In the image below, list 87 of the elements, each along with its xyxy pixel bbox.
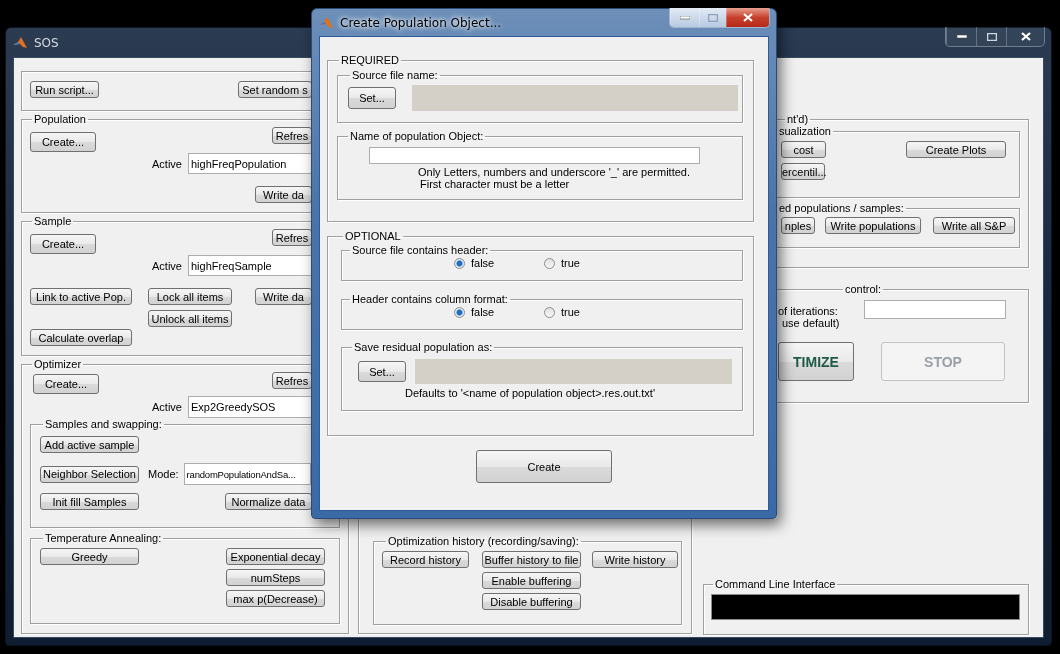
lock-button[interactable]: Lock all items [148, 288, 232, 305]
section-legend: Samples and swapping: [43, 418, 164, 430]
exponential-decay-button[interactable]: Exponential decay [226, 548, 325, 565]
object-name-field[interactable] [369, 147, 700, 164]
section-legend: Source file contains header: [350, 244, 491, 256]
unlock-button[interactable]: Unlock all items [148, 310, 232, 327]
maximize-icon [708, 13, 718, 22]
percentile-button[interactable]: ercentil... [781, 163, 825, 180]
section-legend: Population [32, 113, 88, 125]
section-legend: Name of population Object: [348, 130, 486, 142]
write-data-button[interactable]: Write da [255, 288, 312, 305]
section-legend: Sample [32, 215, 74, 227]
hint-text: Only Letters, numbers and underscore '_' are permitted. [417, 166, 691, 178]
write-data-button[interactable]: Write da [255, 186, 312, 203]
section-legend: Optimization history (recording/saving): [386, 535, 581, 547]
section-legend: control: [843, 283, 884, 295]
close-icon [743, 13, 753, 22]
section-legend: sualization [777, 125, 833, 137]
maximize-button[interactable] [976, 27, 1006, 46]
radio-option[interactable]: false [454, 306, 544, 318]
field-label: use default) [781, 317, 841, 329]
create-button[interactable]: Create... [30, 132, 96, 152]
mode-field[interactable]: randomPopulationAndSa... [183, 463, 311, 485]
hint-text: First character must be a letter [419, 178, 571, 190]
window-title: SOS [34, 35, 59, 50]
default-note: Defaults to '<name of population object>.res.out.txt' [404, 387, 657, 399]
write-history-button[interactable]: Write history [592, 551, 678, 568]
section-legend: OPTIONAL [343, 230, 403, 242]
field-label: of iterations: [778, 305, 839, 317]
dialog-title: Create Population Object... [340, 15, 502, 30]
refresh-button[interactable]: Refres [272, 229, 312, 246]
neighbor-selection-button[interactable]: Neighbor Selection [40, 465, 139, 483]
field-label: Active [152, 401, 182, 413]
overlap-button[interactable]: Calculate overlap [30, 329, 132, 346]
section-legend: Header contains column format: [350, 293, 510, 305]
section-legend: nt'd) [785, 113, 811, 125]
add-sample-button[interactable]: Add active sample [40, 436, 139, 453]
set-button[interactable]: Set... [348, 87, 396, 109]
active-field[interactable]: Exp2GreedySOS [188, 396, 312, 418]
command-line-field[interactable] [711, 594, 1020, 620]
iterations-field[interactable] [864, 300, 1006, 319]
minimize-button[interactable] [946, 27, 976, 46]
create-plots-button[interactable]: Create Plots [906, 141, 1006, 158]
section-legend: ed populations / samples: [777, 202, 906, 214]
active-field[interactable]: highFreqSample [188, 255, 312, 276]
greedy-button[interactable]: Greedy [40, 548, 139, 565]
close-icon [1020, 32, 1031, 41]
active-field[interactable]: highFreqPopulation [188, 153, 312, 174]
random-seed-button[interactable]: Set random s [238, 81, 312, 98]
refresh-button[interactable]: Refres [272, 127, 312, 144]
num-steps-button[interactable]: numSteps [226, 569, 325, 586]
run-script-button[interactable]: Run script... [30, 81, 99, 98]
close-button[interactable] [726, 8, 769, 27]
radio-option[interactable]: false [454, 257, 544, 269]
minimize-icon [956, 34, 967, 39]
minimize-icon [680, 15, 690, 20]
write-all-button[interactable]: Write all S&P [933, 217, 1015, 234]
refresh-button[interactable]: Refres [272, 372, 312, 389]
enable-buffering-button[interactable]: Enable buffering [482, 572, 581, 589]
radio-option[interactable]: true [544, 306, 634, 318]
field-label: Active [152, 157, 182, 170]
create-button[interactable]: Create... [33, 374, 99, 394]
write-samples-button[interactable]: nples [781, 217, 815, 234]
section-legend: Temperature Annealing: [43, 532, 164, 544]
maximize-icon [986, 32, 997, 41]
disable-buffering-button[interactable]: Disable buffering [482, 593, 581, 610]
link-button[interactable]: Link to active Pop. [30, 288, 132, 305]
section-legend: Save residual population as: [352, 341, 495, 353]
section-legend: REQUIRED [339, 54, 402, 66]
record-history-button[interactable]: Record history [382, 551, 469, 568]
section-legend: Optimizer [32, 358, 84, 370]
section-legend: Command Line Interface [713, 578, 838, 590]
field-label: Active [152, 259, 182, 272]
cost-button[interactable]: cost [781, 141, 826, 158]
buffer-history-button[interactable]: Buffer history to file [482, 551, 581, 568]
section-legend: Source file name: [350, 69, 440, 81]
field-label: Mode: [148, 468, 179, 480]
close-button[interactable] [1006, 27, 1044, 46]
set-button[interactable]: Set... [358, 361, 406, 382]
radio-option[interactable]: true [544, 257, 634, 269]
normalize-button[interactable]: Normalize data [225, 493, 312, 510]
write-populations-button[interactable]: Write populations [825, 217, 921, 234]
init-fill-button[interactable]: Init fill Samples [40, 493, 139, 510]
create-button[interactable]: Create [476, 450, 612, 483]
max-p-button[interactable]: max p(Decrease) [226, 590, 325, 607]
optimize-button[interactable]: TIMIZE [778, 342, 854, 381]
create-button[interactable]: Create... [30, 234, 96, 254]
